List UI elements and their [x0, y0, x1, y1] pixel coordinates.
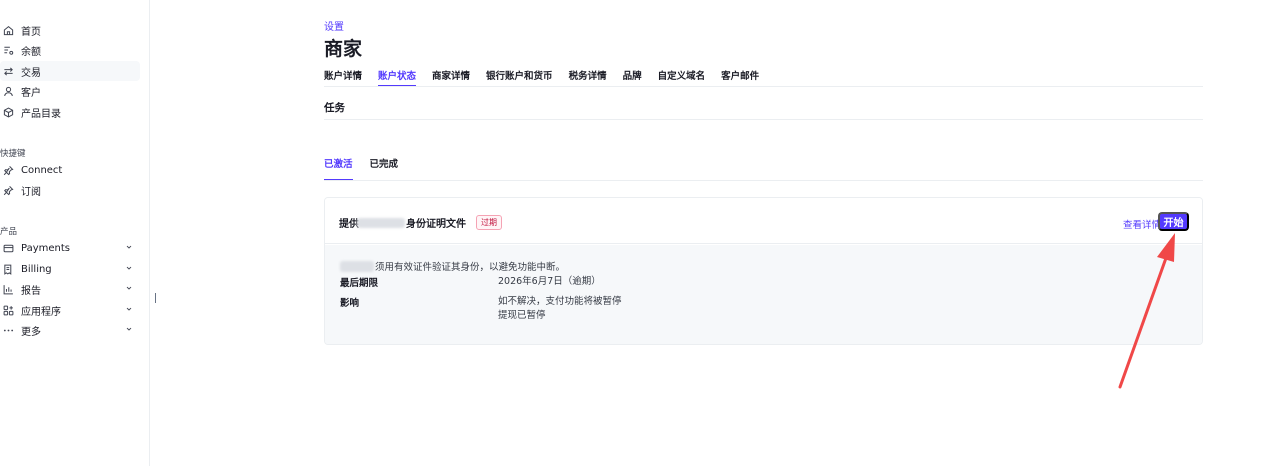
- sidebar-item-more[interactable]: 更多: [0, 320, 140, 340]
- sidebar-item-transactions[interactable]: 交易: [0, 61, 140, 81]
- chevron-down-icon[interactable]: [124, 304, 134, 314]
- sidebar-item-subscriptions[interactable]: 订阅: [0, 180, 140, 200]
- sidebar-item-billing[interactable]: Billing: [0, 259, 140, 279]
- task-title-prefix: 提供: [339, 219, 359, 230]
- shortcuts-section-label: 快捷键: [0, 149, 26, 159]
- billing-icon: [2, 263, 14, 275]
- task-description-text: 须用有效证件验证其身份，以避免功能中断。: [375, 262, 566, 273]
- sidebar-item-product-catalog[interactable]: 产品目录: [0, 102, 140, 122]
- task-status-tabs: 已激活 已完成: [324, 156, 415, 181]
- apps-icon: [2, 304, 14, 316]
- home-icon: [2, 24, 14, 36]
- task-description: 须用有效证件验证其身份，以避免功能中断。: [340, 259, 565, 273]
- sidebar-item-label: 交易: [21, 67, 41, 79]
- customer-icon: [2, 85, 14, 97]
- redacted-name: [357, 217, 405, 228]
- sidebar-item-label: 订阅: [21, 186, 41, 198]
- overdue-badge: 过期: [476, 215, 502, 230]
- transactions-icon: [2, 65, 14, 77]
- product-catalog-icon: [2, 106, 14, 118]
- chevron-down-icon[interactable]: [124, 324, 134, 334]
- tab-account-details[interactable]: 账户详情: [324, 68, 362, 87]
- chevron-down-icon[interactable]: [124, 242, 134, 252]
- sidebar-item-label: 应用程序: [21, 306, 61, 318]
- chevron-down-icon[interactable]: [124, 263, 134, 273]
- view-details-link[interactable]: 查看详情: [1123, 217, 1161, 231]
- sidebar-item-label: Connect: [21, 164, 63, 176]
- sidebar: 首页 余额 交易 客户 产品目录 快捷键 Connect 订阅 产品 Payme…: [0, 0, 150, 466]
- balance-icon: [2, 44, 14, 56]
- tasks-section-title: 任务: [324, 102, 345, 114]
- start-button[interactable]: 开始: [1158, 212, 1189, 231]
- impact-label: 影响: [340, 298, 360, 309]
- payments-icon: [2, 242, 14, 254]
- sidebar-item-label: Payments: [21, 242, 70, 254]
- sidebar-item-label: 余额: [21, 46, 41, 58]
- sidebar-item-label: 产品目录: [21, 108, 61, 120]
- sidebar-item-label: 更多: [21, 326, 41, 338]
- breadcrumb[interactable]: 设置: [324, 18, 344, 33]
- sidebar-item-connect[interactable]: Connect: [0, 160, 140, 180]
- tab-bank-accounts[interactable]: 银行账户和货币: [486, 68, 553, 87]
- tab-branding[interactable]: 品牌: [623, 68, 642, 87]
- redacted-name: [340, 260, 374, 272]
- sidebar-item-home[interactable]: 首页: [0, 20, 140, 40]
- tab-custom-domains[interactable]: 自定义域名: [658, 68, 706, 87]
- task-card-header: 提供 身份证明文件 过期 查看详情 开始: [325, 198, 1202, 244]
- chevron-down-icon[interactable]: [124, 283, 134, 293]
- deadline-value: 2026年6月7日（逾期）: [498, 276, 601, 287]
- tabs-divider: [324, 86, 1203, 87]
- settings-tabs: 账户详情 账户状态 商家详情 银行账户和货币 税务详情 品牌 自定义域名 客户邮…: [324, 68, 775, 87]
- tab-completed[interactable]: 已完成: [370, 156, 399, 181]
- sidebar-item-customers[interactable]: 客户: [0, 81, 140, 101]
- sidebar-item-apps[interactable]: 应用程序: [0, 300, 140, 320]
- impact-line-1: 如不解决，支付功能将被暂停: [498, 296, 622, 307]
- task-title-suffix: 身份证明文件: [406, 219, 466, 230]
- more-icon: [2, 324, 14, 336]
- section-divider: [324, 119, 1203, 120]
- sidebar-item-payments[interactable]: Payments: [0, 238, 140, 258]
- sidebar-item-balance[interactable]: 余额: [0, 40, 140, 60]
- task-card-body: 须用有效证件验证其身份，以避免功能中断。 最后期限 2026年6月7日（逾期） …: [325, 245, 1202, 344]
- task-card: 提供 身份证明文件 过期 查看详情 开始 须用有效证件验证其身份，以避免功能中断…: [324, 197, 1203, 345]
- tab-business-details[interactable]: 商家详情: [432, 68, 470, 87]
- sidebar-item-label: 首页: [21, 26, 41, 38]
- sidebar-item-label: Billing: [21, 263, 52, 275]
- impact-line-2: 提现已暂停: [498, 310, 546, 321]
- pin-icon: [2, 164, 14, 176]
- reports-icon: [2, 283, 14, 295]
- tab-account-status[interactable]: 账户状态: [378, 68, 417, 87]
- pin-icon: [2, 184, 14, 196]
- task-title: 提供 身份证明文件 过期: [339, 215, 502, 230]
- sidebar-item-reports[interactable]: 报告: [0, 279, 140, 299]
- page-title: 商家: [324, 38, 363, 60]
- sidebar-item-label: 客户: [21, 87, 41, 99]
- resize-handle[interactable]: [155, 293, 156, 303]
- deadline-label: 最后期限: [340, 278, 379, 289]
- sidebar-item-label: 报告: [21, 285, 41, 297]
- tab-active[interactable]: 已激活: [324, 156, 353, 181]
- products-section-label: 产品: [0, 227, 18, 237]
- subtabs-divider: [324, 180, 1203, 181]
- tab-customer-emails[interactable]: 客户邮件: [721, 68, 759, 87]
- tab-tax-details[interactable]: 税务详情: [569, 68, 607, 87]
